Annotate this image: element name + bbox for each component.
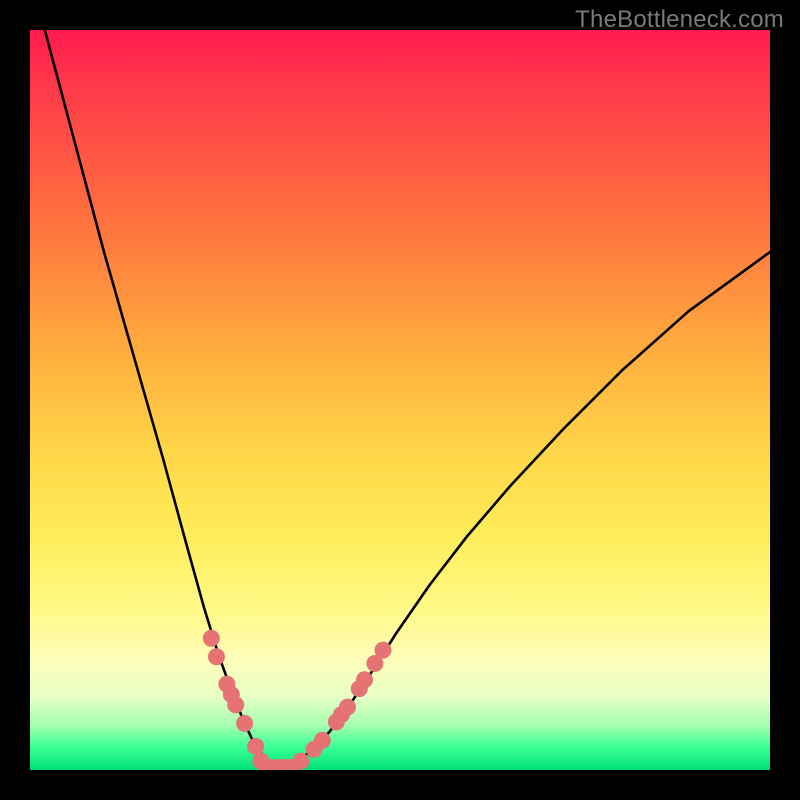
watermark-text: TheBottleneck.com (575, 6, 784, 34)
chart-svg (30, 30, 770, 770)
data-point (203, 630, 220, 647)
curve-group (45, 30, 770, 767)
chart-frame: TheBottleneck.com (0, 0, 800, 800)
marker-group (203, 630, 392, 770)
data-point (356, 671, 373, 688)
data-point (247, 738, 264, 755)
data-point (292, 753, 309, 770)
data-point (208, 648, 225, 665)
data-point (236, 715, 253, 732)
data-point (339, 699, 356, 716)
data-point (374, 642, 391, 659)
plot-area (30, 30, 770, 770)
data-point (314, 732, 331, 749)
data-point (227, 696, 244, 713)
curve-path (45, 30, 770, 767)
